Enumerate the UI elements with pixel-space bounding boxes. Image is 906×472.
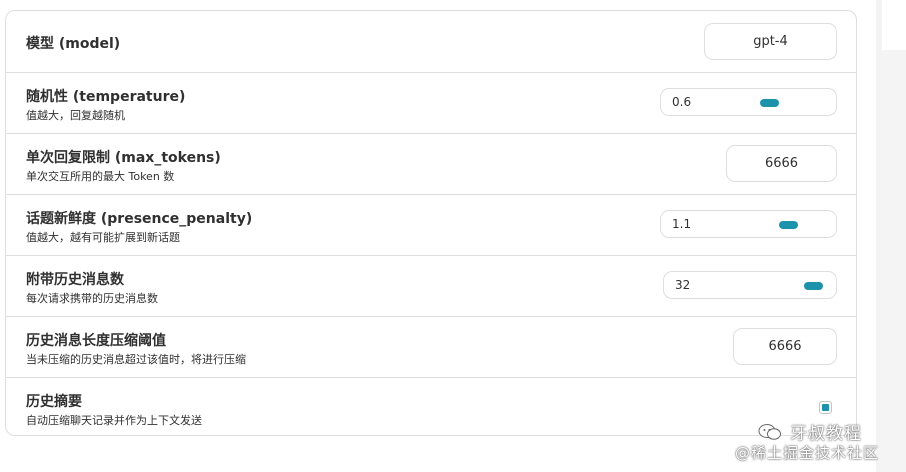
history-count-slider[interactable]: 32 [663,271,837,299]
setting-row-history-summary: 历史摘要 自动压缩聊天记录并作为上下文发送 [6,378,856,435]
model-title: 模型 (model) [26,36,121,52]
watermark-title: 牙叔教程 [790,424,862,444]
settings-panel: 模型 (model) gpt-4 随机性 (temperature) 值越大，回… [5,10,857,436]
presence-penalty-title: 话题新鲜度 (presence_penalty) [26,211,253,227]
scrollbar-track[interactable] [876,0,906,472]
watermark-site: @稀土掘金技术社区 [735,444,880,462]
max-tokens-title: 单次回复限制 (max_tokens) [26,150,221,166]
presence-penalty-subtitle: 值越大，越有可能扩展到新话题 [26,231,180,244]
presence-penalty-value: 1.1 [672,217,692,231]
presence-penalty-slider[interactable]: 1.1 [660,210,837,238]
scrollbar-thumb[interactable] [882,0,906,50]
history-count-slider-thumb[interactable] [804,282,823,290]
setting-row-model: 模型 (model) gpt-4 [6,11,856,73]
temperature-title: 随机性 (temperature) [26,89,186,105]
history-count-value: 32 [675,278,691,292]
max-tokens-input[interactable]: 6666 [726,145,837,182]
history-summary-title: 历史摘要 [26,394,82,410]
setting-row-compress-threshold: 历史消息长度压缩阈值 当未压缩的历史消息超过该值时，将进行压缩 6666 [6,317,856,378]
model-select[interactable]: gpt-4 [704,23,837,60]
compress-threshold-subtitle: 当未压缩的历史消息超过该值时，将进行压缩 [26,353,246,366]
temperature-value: 0.6 [672,95,692,109]
setting-row-max-tokens: 单次回复限制 (max_tokens) 单次交互所用的最大 Token 数 66… [6,134,856,195]
max-tokens-subtitle: 单次交互所用的最大 Token 数 [26,170,175,183]
checkbox-check-mark [822,404,829,411]
temperature-subtitle: 值越大，回复越随机 [26,109,125,122]
history-summary-checkbox[interactable] [819,401,832,414]
temperature-slider-thumb[interactable] [760,99,779,107]
compress-threshold-input[interactable]: 6666 [733,328,837,365]
compress-threshold-title: 历史消息长度压缩阈值 [26,333,166,349]
history-count-title: 附带历史消息数 [26,272,124,288]
setting-row-history-count: 附带历史消息数 每次请求携带的历史消息数 32 [6,256,856,317]
presence-penalty-slider-thumb[interactable] [779,221,798,229]
setting-row-presence-penalty: 话题新鲜度 (presence_penalty) 值越大，越有可能扩展到新话题 … [6,195,856,256]
wechat-icon [758,424,781,440]
history-summary-subtitle: 自动压缩聊天记录并作为上下文发送 [26,414,202,427]
history-count-subtitle: 每次请求携带的历史消息数 [26,292,158,305]
temperature-slider[interactable]: 0.6 [660,88,837,116]
setting-row-temperature: 随机性 (temperature) 值越大，回复越随机 0.6 [6,73,856,134]
